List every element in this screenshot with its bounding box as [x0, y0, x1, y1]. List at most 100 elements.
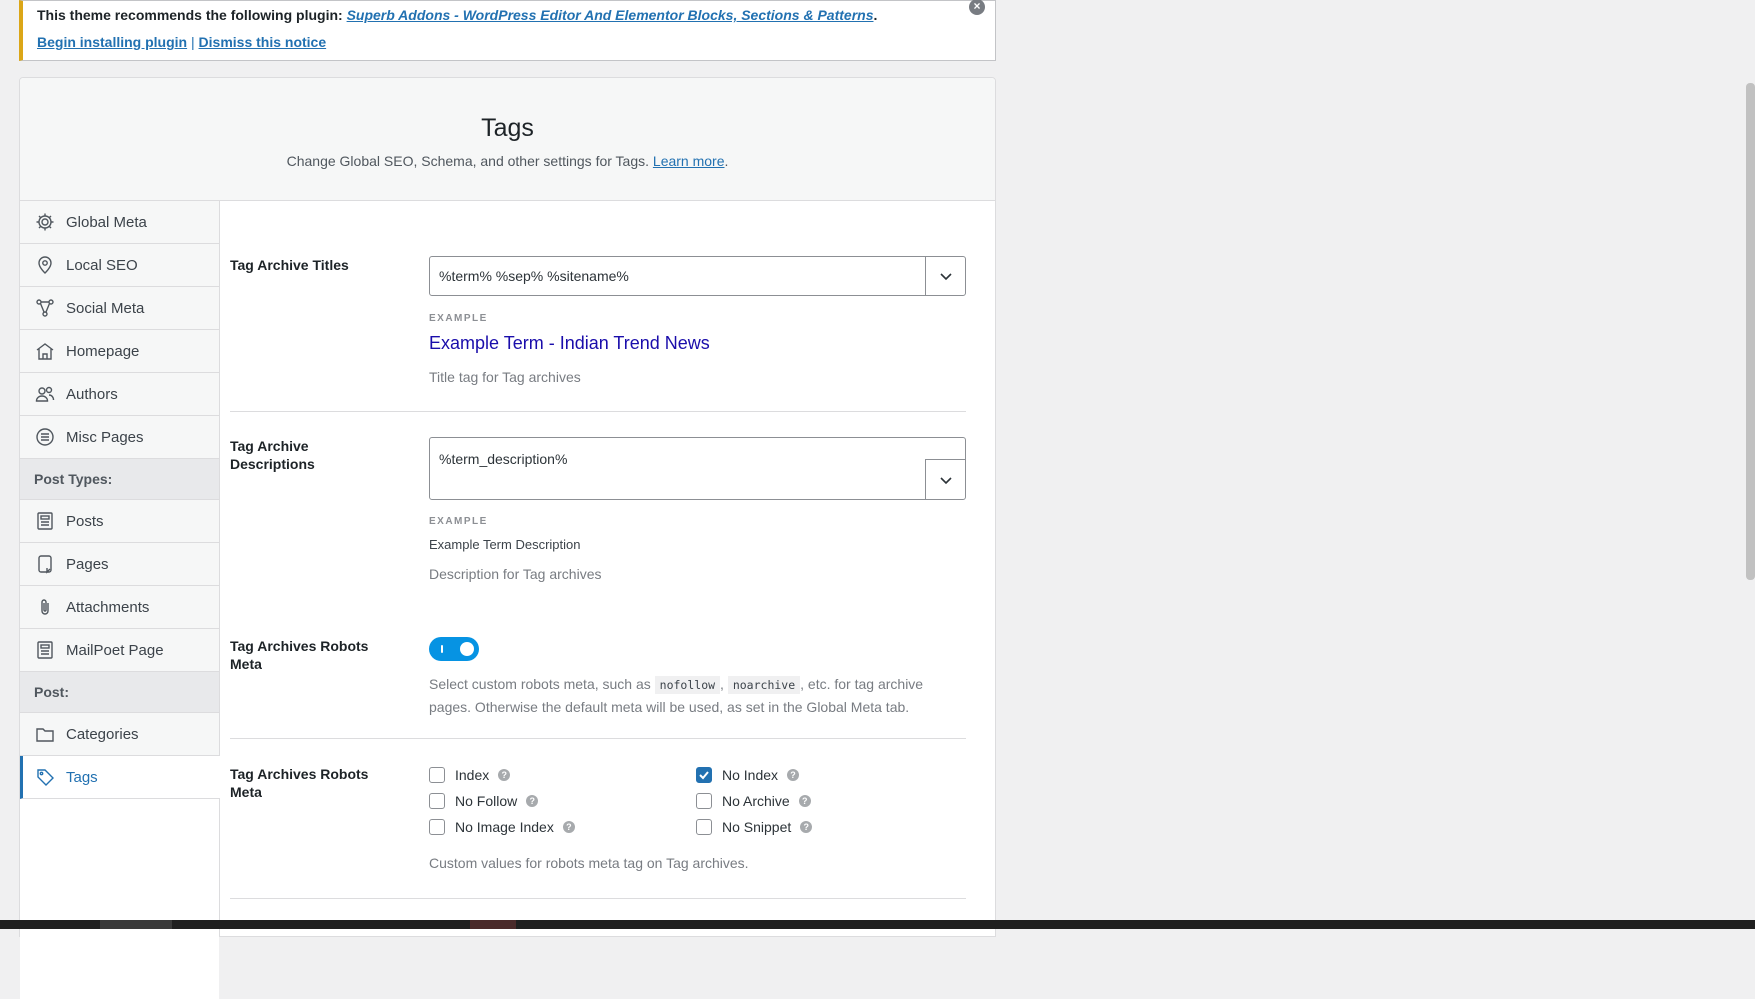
titles-description: Title tag for Tag archives [429, 369, 581, 385]
checkbox-box[interactable] [429, 819, 445, 835]
close-icon[interactable]: × [969, 0, 985, 15]
tag-archive-descriptions-textarea[interactable]: %term_description% [429, 437, 966, 500]
settings-content: Tag Archive Titles %term% %sep% %sitenam… [221, 201, 995, 936]
sidebar-item-label: Local SEO [66, 256, 138, 274]
robots-options-description: Custom values for robots meta tag on Tag… [429, 855, 749, 871]
plugin-notice: This theme recommends the following plug… [19, 0, 996, 61]
tag-archive-descriptions-label: Tag Archive Descriptions [230, 438, 315, 472]
checkbox-label: No Archive [722, 793, 790, 809]
checkbox-index[interactable]: Index ? [429, 767, 511, 783]
robots-desc-before: Select custom robots meta, such as [429, 676, 651, 692]
checkmark-icon [699, 771, 709, 780]
descriptions-dropdown-button[interactable] [925, 459, 965, 499]
chevron-down-icon [939, 273, 952, 281]
sidebar-item-posts[interactable]: Posts [20, 500, 219, 543]
checkbox-no-index[interactable]: No Index ? [696, 767, 800, 783]
help-icon[interactable]: ? [798, 795, 811, 807]
checkbox-box[interactable] [696, 819, 712, 835]
descriptions-example-label: EXAMPLE [429, 516, 488, 527]
sidebar-item-label: Authors [66, 385, 118, 403]
sidebar-empty-area [20, 799, 219, 999]
descriptions-example-value: Example Term Description [429, 537, 581, 552]
help-icon[interactable]: ? [800, 821, 813, 833]
tag-archives-robots-meta-options-label: Tag Archives Robots Meta [230, 766, 369, 800]
checkbox-label: No Snippet [722, 819, 792, 835]
help-icon[interactable]: ? [526, 795, 539, 807]
notice-period: . [873, 7, 878, 23]
robots-meta-toggle[interactable] [429, 637, 479, 661]
dismiss-notice-link[interactable]: Dismiss this notice [199, 34, 327, 50]
page-scrollbar[interactable] [1746, 83, 1755, 580]
sidebar-item-social-meta[interactable]: Social Meta [20, 287, 219, 330]
sidebar-item-label: Posts [66, 512, 104, 530]
checkbox-box[interactable] [696, 793, 712, 809]
paperclip-icon [34, 596, 56, 618]
chevron-down-icon [939, 476, 952, 484]
checkbox-no-image-index[interactable]: No Image Index ? [429, 819, 575, 835]
tag-archive-descriptions-field: %term_description% EXAMPLE Example Term … [429, 437, 966, 582]
taskbar-app-active[interactable] [470, 920, 516, 929]
checkbox-label: No Index [722, 767, 779, 783]
pages-icon [34, 553, 56, 575]
sidebar-item-categories[interactable]: Categories [20, 713, 219, 756]
sidebar-item-label: Misc Pages [66, 428, 144, 446]
titles-input-value: %term% %sep% %sitename% [439, 268, 629, 284]
checkbox-box-checked[interactable] [696, 767, 712, 783]
robots-desc-comma: , [720, 676, 724, 692]
divider [230, 898, 966, 899]
titles-example-label: EXAMPLE [429, 313, 488, 324]
checkbox-label: No Image Index [455, 819, 554, 835]
tag-archive-titles-input[interactable]: %term% %sep% %sitename% [429, 256, 966, 296]
checkbox-box[interactable] [429, 767, 445, 783]
help-icon[interactable]: ? [498, 769, 511, 781]
document-icon [34, 639, 56, 661]
page-subtitle: Change Global SEO, Schema, and other set… [20, 153, 995, 169]
help-icon[interactable]: ? [562, 821, 575, 833]
learn-more-link[interactable]: Learn more [653, 153, 725, 169]
subtitle-period: . [724, 153, 729, 169]
checkbox-label: No Follow [455, 793, 518, 809]
notice-separator: | [191, 34, 195, 50]
sidebar-item-misc-pages[interactable]: Misc Pages [20, 416, 219, 459]
checkbox-no-snippet[interactable]: No Snippet ? [696, 819, 813, 835]
checkbox-no-follow[interactable]: No Follow ? [429, 793, 539, 809]
settings-sidebar: Global Meta Local SEO Social Meta Homepa… [20, 201, 220, 999]
code-noarchive: noarchive [727, 676, 801, 694]
sidebar-item-label: Categories [66, 725, 139, 743]
map-pin-icon [34, 254, 56, 276]
checkbox-label: Index [455, 767, 490, 783]
toggle-knob [460, 642, 474, 656]
sidebar-item-label: Social Meta [66, 299, 145, 317]
titles-example-value: Example Term - Indian Trend News [429, 333, 710, 353]
descriptions-description: Description for Tag archives [429, 566, 602, 582]
divider [230, 411, 966, 412]
sidebar-item-label: MailPoet Page [66, 641, 164, 659]
plugin-link[interactable]: Superb Addons - WordPress Editor And Ele… [347, 7, 874, 23]
titles-dropdown-button[interactable] [925, 257, 965, 295]
sidebar-item-pages[interactable]: Pages [20, 543, 219, 586]
tag-archive-titles-label: Tag Archive Titles [230, 257, 349, 273]
notice-text: This theme recommends the following plug… [37, 7, 343, 23]
page-title: Tags [481, 114, 534, 142]
help-icon[interactable]: ? [787, 769, 800, 781]
robots-toggle-field: Select custom robots meta, such as nofol… [429, 637, 966, 718]
sidebar-item-homepage[interactable]: Homepage [20, 330, 219, 373]
taskbar-search[interactable] [100, 920, 172, 929]
sidebar-item-mailpoet-page[interactable]: MailPoet Page [20, 629, 219, 672]
subtitle-text: Change Global SEO, Schema, and other set… [286, 153, 650, 169]
sidebar-item-tags[interactable]: Tags [20, 756, 220, 799]
checkbox-no-archive[interactable]: No Archive ? [696, 793, 811, 809]
notice-actions: Begin installing plugin | Dismiss this n… [37, 34, 981, 50]
tag-icon [34, 766, 56, 788]
sidebar-item-authors[interactable]: Authors [20, 373, 219, 416]
checkbox-box[interactable] [429, 793, 445, 809]
share-icon [34, 297, 56, 319]
sidebar-item-global-meta[interactable]: Global Meta [20, 201, 219, 244]
sidebar-item-label: Pages [66, 555, 109, 573]
descriptions-input-value: %term_description% [439, 451, 568, 467]
begin-installing-link[interactable]: Begin installing plugin [37, 34, 187, 50]
list-circle-icon [34, 426, 56, 448]
folder-icon [34, 723, 56, 745]
sidebar-item-attachments[interactable]: Attachments [20, 586, 219, 629]
sidebar-item-local-seo[interactable]: Local SEO [20, 244, 219, 287]
